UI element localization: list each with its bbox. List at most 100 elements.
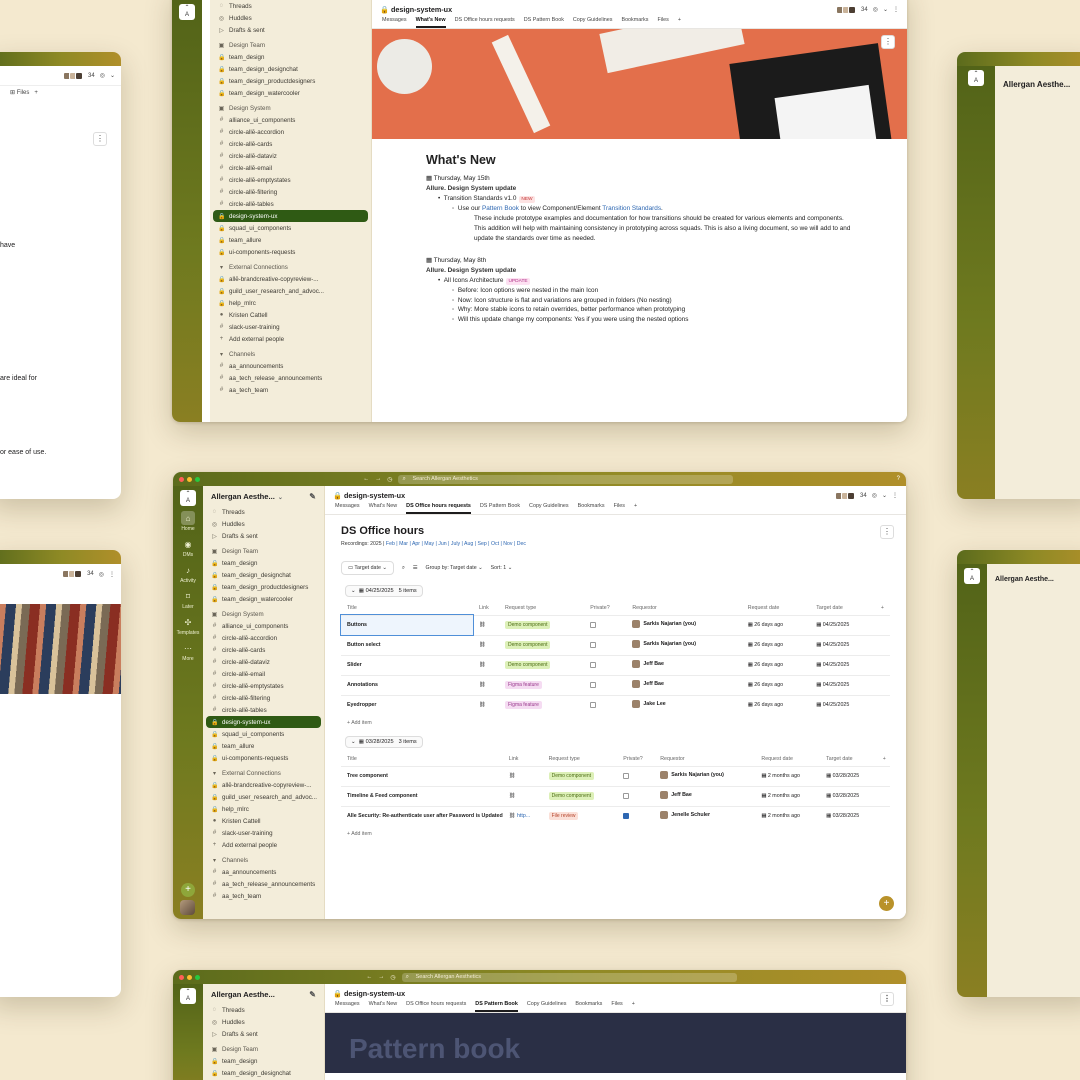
- row-type[interactable]: Demo component: [499, 634, 585, 655]
- rail-item-templates[interactable]: ✣ Templates: [177, 615, 200, 637]
- link-icon[interactable]: ⛓: [509, 813, 516, 819]
- sidebar-item[interactable]: 🔒 allē-brandcreative-copyreview-...: [210, 273, 371, 285]
- sidebar-item[interactable]: 🔒 squad_ui_components: [210, 222, 371, 234]
- tab-ds-office-hours-requests[interactable]: DS Office hours requests: [406, 1001, 466, 1010]
- sidebar-item[interactable]: ● Kristen Cattell: [203, 815, 324, 827]
- sidebar-item[interactable]: # aa_tech_team: [210, 384, 371, 396]
- row-private[interactable]: [617, 805, 655, 826]
- table-row[interactable]: Buttons ⛓ Demo component Sarkis Najarian (…: [340, 614, 890, 636]
- sidebar-item[interactable]: # alliance_ui_components: [203, 620, 324, 632]
- sidebar-item[interactable]: 🔒 help_mlrc: [203, 803, 324, 815]
- more-options-icon[interactable]: ⋮: [893, 6, 899, 13]
- row-link[interactable]: ⛓ http...: [502, 805, 543, 826]
- sidebar-item[interactable]: ▾ Channels: [210, 348, 371, 360]
- chevron-down-icon[interactable]: ⌄: [883, 6, 888, 13]
- column-header[interactable]: Request type: [543, 753, 618, 766]
- back-icon[interactable]: ←: [363, 476, 369, 482]
- sidebar-item[interactable]: 🔒 team_design_designchat: [203, 1067, 324, 1079]
- sidebar-item[interactable]: 🔒 team_allure: [210, 234, 371, 246]
- row-title[interactable]: Tree component: [341, 765, 503, 786]
- sidebar-item[interactable]: 🔒 ui-components-requests: [210, 246, 371, 258]
- sidebar-item[interactable]: ▣ Design Team: [203, 545, 324, 557]
- channel-name[interactable]: design-system-ux: [344, 989, 405, 998]
- row-requestor[interactable]: Sarkis Najarian (you): [626, 634, 742, 655]
- compose-icon[interactable]: ✎: [309, 492, 316, 501]
- sidebar-item[interactable]: ▷ Drafts & sent: [203, 530, 324, 542]
- tab-files[interactable]: Files: [657, 17, 668, 26]
- row-title[interactable]: Button select: [341, 634, 473, 655]
- more-options-icon[interactable]: ⋮: [880, 525, 894, 539]
- sort-button[interactable]: Sort: 1 ⌄: [491, 565, 513, 571]
- row-title[interactable]: Slider: [341, 654, 473, 675]
- sidebar-item[interactable]: # circle-allē-email: [203, 668, 324, 680]
- search-icon[interactable]: ⌕: [402, 565, 405, 572]
- rail-item-later[interactable]: ⌑ Later: [181, 589, 195, 611]
- sidebar-item[interactable]: # circle-allē-emptystates: [210, 174, 371, 186]
- link-icon[interactable]: ⛓: [509, 793, 516, 799]
- group-header[interactable]: ⌄ ▦ 04/25/2025 5 items: [345, 585, 890, 597]
- row-title[interactable]: Timeline & Feed component: [341, 785, 503, 806]
- row-link[interactable]: ⛓: [473, 674, 500, 695]
- sidebar-item[interactable]: # aa_tech_release_announcements: [210, 372, 371, 384]
- add-button[interactable]: +: [879, 896, 894, 911]
- more-options-icon[interactable]: ⋮: [881, 35, 895, 49]
- chevron-down-icon[interactable]: ⌄: [882, 492, 887, 499]
- sidebar-item[interactable]: # circle-allē-filtering: [203, 692, 324, 704]
- row-link[interactable]: ⛓: [473, 614, 500, 635]
- row-private[interactable]: [584, 654, 627, 675]
- tab-copy-guidelines[interactable]: Copy Guidelines: [529, 503, 569, 512]
- table-row[interactable]: Slider ⛓ Demo component Jeff Bae ▦ 26 days …: [341, 654, 890, 675]
- tab-messages[interactable]: Messages: [335, 1001, 360, 1010]
- more-options-icon[interactable]: ⋮: [880, 992, 894, 1006]
- column-header[interactable]: Requestor: [626, 602, 741, 615]
- sidebar-item[interactable]: ▷ Drafts & sent: [210, 24, 371, 36]
- sidebar-item[interactable]: 🔒 team_design: [210, 51, 371, 63]
- row-type[interactable]: Figma feature: [499, 674, 585, 695]
- sidebar-item[interactable]: 🔒 design-system-ux: [213, 210, 368, 222]
- table-row[interactable]: Button select ⛓ Demo component Sarkis Naja…: [341, 634, 890, 655]
- sidebar-item[interactable]: 🔒 squad_ui_components: [203, 728, 324, 740]
- headphones-icon[interactable]: ◎: [872, 492, 877, 499]
- add-column-icon[interactable]: +: [875, 602, 890, 615]
- sidebar-item[interactable]: 🔒 team_design_watercooler: [203, 593, 324, 605]
- sidebar-item[interactable]: # aa_announcements: [210, 360, 371, 372]
- tab-ds-office-hours-requests[interactable]: DS Office hours requests: [406, 503, 471, 514]
- sidebar-item[interactable]: # slack-user-training: [210, 321, 371, 333]
- sidebar-item[interactable]: ▣ Design System: [210, 102, 371, 114]
- row-private[interactable]: [617, 785, 655, 806]
- row-requestor[interactable]: Sarkis Najarian (you): [654, 765, 756, 786]
- tab-files[interactable]: Files: [614, 503, 625, 512]
- workspace-name[interactable]: Allergan Aesthe...: [995, 74, 1080, 94]
- row-type[interactable]: Demo component: [499, 614, 585, 635]
- row-link-text[interactable]: http...: [517, 813, 530, 819]
- workspace-name[interactable]: Allergan Aesthe...: [211, 990, 275, 999]
- private-checkbox[interactable]: [590, 661, 597, 668]
- private-checkbox[interactable]: [623, 772, 630, 779]
- workspace-logo[interactable]: ⌃ A: [180, 988, 196, 1004]
- sidebar-item[interactable]: # circle-allē-cards: [210, 138, 371, 150]
- sidebar-item[interactable]: ▣ Design System: [203, 608, 324, 620]
- row-link[interactable]: ⛓: [502, 765, 543, 786]
- private-checkbox[interactable]: [590, 702, 597, 709]
- private-checkbox[interactable]: [623, 813, 630, 820]
- tab-copy-guidelines[interactable]: Copy Guidelines: [527, 1001, 567, 1010]
- sidebar-item[interactable]: 🔒 team_design: [203, 557, 324, 569]
- workspace-name[interactable]: Allergan Aesthe...: [987, 570, 1080, 588]
- channel-name[interactable]: design-system-ux: [391, 5, 452, 14]
- sidebar-item[interactable]: ▾ Channels: [203, 854, 324, 866]
- sidebar-item[interactable]: # slack-user-training: [203, 827, 324, 839]
- sidebar-item[interactable]: ◎ Huddles: [203, 518, 324, 530]
- tab-bookmarks[interactable]: Bookmarks: [578, 503, 605, 512]
- row-private[interactable]: [584, 694, 627, 715]
- link-icon[interactable]: ⛓: [479, 662, 486, 668]
- row-title[interactable]: Annotations: [341, 674, 473, 695]
- link-icon[interactable]: ⛓: [479, 682, 486, 688]
- sidebar-item[interactable]: 🔒 guild_user_research_and_advoc...: [203, 791, 324, 803]
- tab-bookmarks[interactable]: Bookmarks: [575, 1001, 602, 1010]
- sidebar-item[interactable]: 🔒 design-system-ux: [206, 716, 321, 728]
- forward-icon[interactable]: →: [375, 476, 381, 482]
- add-tab-icon[interactable]: +: [632, 1001, 635, 1010]
- row-private[interactable]: [584, 674, 627, 695]
- sidebar-item[interactable]: + Add external people: [210, 333, 371, 345]
- sidebar-item[interactable]: 🔒 team_design_designchat: [210, 63, 371, 75]
